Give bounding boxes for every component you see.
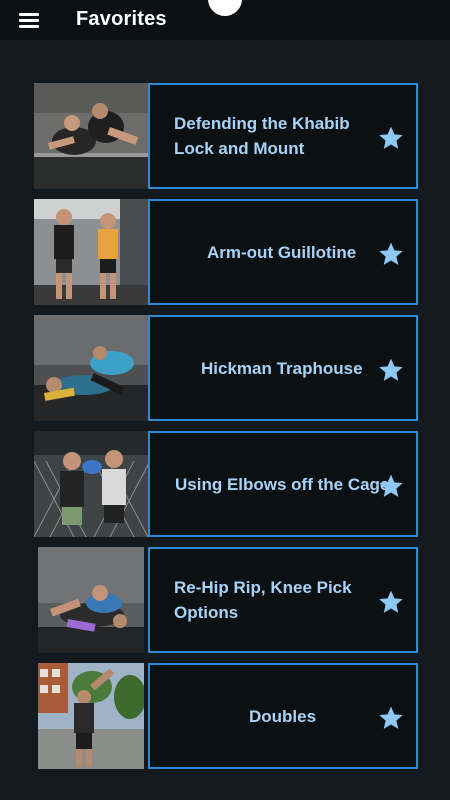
favorite-card[interactable]: Using Elbows off the Cage (0, 431, 450, 537)
favorite-panel[interactable]: Hickman Traphouse (148, 315, 418, 421)
video-thumbnail[interactable] (38, 663, 144, 769)
video-thumbnail[interactable] (34, 199, 150, 305)
favorite-title-line: Lock and Mount (174, 139, 305, 158)
favorite-panel[interactable]: Re-Hip Rip, Knee Pick Options (148, 547, 418, 653)
video-thumbnail[interactable] (34, 83, 150, 189)
video-thumbnail[interactable] (34, 431, 150, 537)
video-thumbnail[interactable] (34, 315, 150, 421)
star-icon[interactable] (378, 125, 404, 151)
favorite-panel[interactable]: Doubles (148, 663, 418, 769)
favorite-title-line: Re-Hip Rip, Knee Pick (174, 578, 352, 597)
favorite-title-line: Options (174, 603, 239, 622)
favorite-title: Doubles (249, 706, 317, 726)
star-icon[interactable] (378, 589, 404, 615)
favorite-card[interactable]: Hickman Traphouse (0, 315, 450, 421)
favorite-card[interactable]: Defending the Khabib Lock and Mount (0, 83, 450, 189)
star-icon[interactable] (378, 357, 404, 383)
favorite-title: Using Elbows off the Cage (175, 474, 390, 494)
video-thumbnail[interactable] (38, 547, 144, 653)
star-icon[interactable] (378, 473, 404, 499)
favorite-card[interactable]: Re-Hip Rip, Knee Pick Options (0, 547, 450, 653)
star-icon[interactable] (378, 705, 404, 731)
favorite-title: Hickman Traphouse (201, 358, 363, 378)
favorite-panel[interactable]: Arm-out Guillotine (148, 199, 418, 305)
app-bar: Favorites (0, 0, 450, 40)
favorite-title-line: Defending the Khabib (174, 114, 350, 133)
favorite-title: Defending the Khabib Lock and Mount (174, 85, 350, 187)
favorite-panel[interactable]: Defending the Khabib Lock and Mount (148, 83, 418, 189)
hamburger-menu-icon[interactable] (19, 12, 39, 28)
camera-notch (208, 0, 242, 16)
favorite-card[interactable]: Doubles (0, 663, 450, 769)
favorite-panel[interactable]: Using Elbows off the Cage (148, 431, 418, 537)
star-icon[interactable] (378, 241, 404, 267)
favorite-title: Re-Hip Rip, Knee Pick Options (174, 549, 352, 651)
favorite-title: Arm-out Guillotine (207, 242, 357, 262)
favorite-card[interactable]: Arm-out Guillotine (0, 199, 450, 305)
page-title: Favorites (76, 8, 167, 30)
favorites-list: Defending the Khabib Lock and Mount Arm-… (0, 40, 450, 800)
